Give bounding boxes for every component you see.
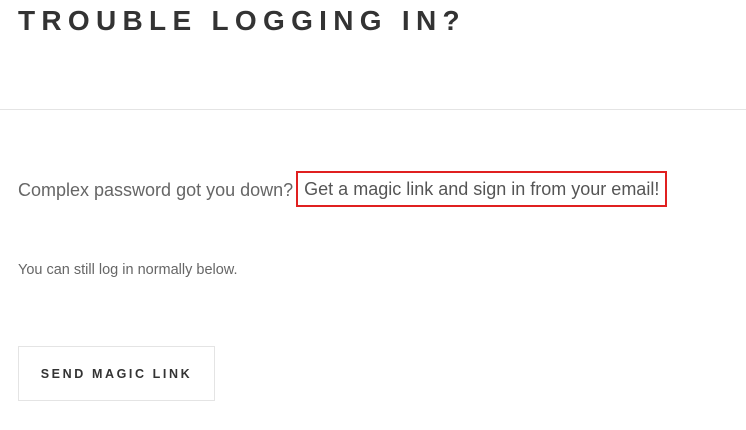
- normal-login-hint: You can still log in normally below.: [18, 262, 238, 278]
- header-divider: [0, 109, 746, 110]
- magic-link-prompt: Complex password got you down? Get a mag…: [18, 171, 668, 207]
- page-title: TROUBLE LOGGING IN?: [18, 5, 466, 36]
- magic-link[interactable]: Get a magic link and sign in from your e…: [296, 171, 668, 207]
- send-magic-link-button[interactable]: SEND MAGIC LINK: [18, 346, 215, 401]
- password-question: Complex password got you down?: [18, 180, 294, 200]
